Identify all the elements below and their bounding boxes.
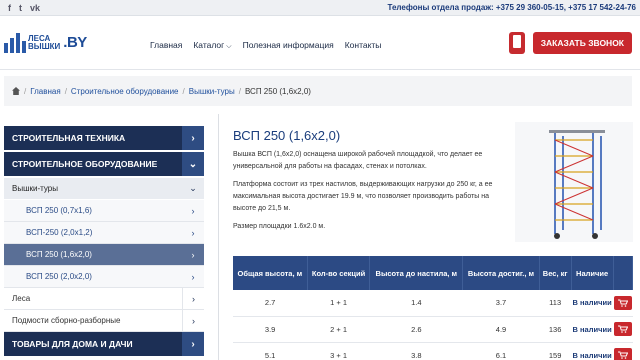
cart-icon <box>617 325 628 333</box>
twitter-icon[interactable]: t <box>19 3 22 13</box>
main-area: СТРОИТЕЛЬНАЯ ТЕХНИКА › СТРОИТЕЛЬНОЕ ОБОР… <box>0 114 640 360</box>
chevron-down-icon: ⌵ <box>226 43 232 50</box>
chevron-right-icon: › <box>191 271 195 282</box>
chevron-down-icon[interactable]: ⌄ <box>182 178 204 200</box>
product-specs: Платформа состоит из трех настилов, выде… <box>233 181 493 212</box>
sidebar-item-vsp-07x16[interactable]: ВСП 250 (0,7х1,6) › <box>4 200 204 222</box>
chevron-right-icon[interactable]: › <box>182 126 204 150</box>
breadcrumb-towers[interactable]: Вышки-туры <box>189 87 235 96</box>
site-header: ЛЕСА ВЫШКИ .BY Главная Каталог ⌵ Полезная… <box>0 16 640 70</box>
breadcrumb: / Главная / Строительное оборудование / … <box>4 76 632 106</box>
col-deck-height: Высота до настила, м <box>369 256 464 290</box>
sales-phones: Телефоны отдела продаж: +375 29 360-05-1… <box>387 3 636 12</box>
table-header-row: Общая высота, м Кол-во секций Высота до … <box>233 256 634 290</box>
col-total-height: Общая высота, м <box>233 256 308 290</box>
table-row: 3.9 2 + 1 2.6 4.9 136 В наличии <box>233 316 633 343</box>
sidebar-item-vsp-16x20[interactable]: ВСП 250 (1,6х2,0) › <box>4 244 204 266</box>
logo-icon <box>4 32 26 53</box>
cart-icon <box>617 351 628 359</box>
col-weight: Вес, кг <box>539 256 572 290</box>
sidebar-item-vsp-20x20[interactable]: ВСП 250 (2,0х2,0) › <box>4 266 204 288</box>
sidebar-subcategory-towers[interactable]: Вышки-туры ⌄ <box>4 178 204 200</box>
top-bar: f t vk Телефоны отдела продаж: +375 29 3… <box>0 0 640 16</box>
vk-icon[interactable]: vk <box>30 3 40 13</box>
breadcrumb-home[interactable]: Главная <box>30 87 60 96</box>
product-content: ВСП 250 (1,6х2,0) Вышка ВСП (1,6х2,0) ос… <box>233 122 640 360</box>
page-title: ВСП 250 (1,6х2,0) <box>233 128 341 143</box>
call-block: ЗАКАЗАТЬ ЗВОНОК <box>508 31 632 54</box>
sidebar-category-equipment[interactable]: СТРОИТЕЛЬНОЕ ОБОРУДОВАНИЕ ⌄ <box>4 152 204 176</box>
col-cart <box>613 256 634 290</box>
breadcrumb-current: ВСП 250 (1,6х2,0) <box>244 86 311 96</box>
facebook-icon[interactable]: f <box>8 3 11 13</box>
sidebar: СТРОИТЕЛЬНАЯ ТЕХНИКА › СТРОИТЕЛЬНОЕ ОБОР… <box>4 126 204 360</box>
nav-useful-info[interactable]: Полезная информация <box>243 40 334 51</box>
col-sections: Кол-во секций <box>307 256 371 290</box>
availability-status: В наличии <box>571 342 614 360</box>
product-table: Общая высота, м Кол-во секций Высота до … <box>233 256 634 360</box>
nav-home[interactable]: Главная <box>150 40 182 51</box>
divider <box>218 114 219 360</box>
breadcrumb-construction-equipment[interactable]: Строительное оборудование <box>71 87 179 96</box>
sidebar-item-vsp-20x12[interactable]: ВСП-250 (2,0х1,2) › <box>4 222 204 244</box>
add-to-cart-button[interactable] <box>613 322 632 336</box>
availability-status: В наличии <box>571 316 614 343</box>
logo-suffix: .BY <box>63 34 87 51</box>
home-icon[interactable] <box>12 87 20 95</box>
nav-catalog[interactable]: Каталог ⌵ <box>193 40 231 51</box>
sidebar-item-platforms[interactable]: Подмости сборно-разборные › <box>4 309 204 332</box>
chevron-right-icon[interactable]: › <box>182 332 204 356</box>
product-image[interactable] <box>515 122 633 242</box>
chevron-right-icon: › <box>191 249 195 260</box>
social-links: f t vk <box>8 3 40 13</box>
platform-size: Размер площадки 1.6х2.0 м. <box>233 223 326 230</box>
col-reach-height: Высота достиг., м <box>462 256 540 290</box>
product-description: Вышка ВСП (1,6х2,0) оснащена широкой раб… <box>233 151 483 170</box>
add-to-cart-button[interactable] <box>613 295 632 310</box>
sidebar-item-scaffolding[interactable]: Леса › <box>4 287 204 310</box>
add-to-cart-button[interactable] <box>613 348 632 360</box>
table-row: 5.1 3 + 1 3.8 6.1 159 В наличии <box>233 342 633 360</box>
col-availability: Наличие <box>571 256 614 290</box>
chevron-right-icon[interactable]: › <box>182 309 204 332</box>
availability-status: В наличии <box>571 290 614 317</box>
nav-contacts[interactable]: Контакты <box>345 40 382 51</box>
cart-icon <box>617 299 628 307</box>
request-call-button[interactable]: ЗАКАЗАТЬ ЗВОНОК <box>532 31 632 54</box>
site-logo[interactable]: ЛЕСА ВЫШКИ .BY <box>4 32 124 53</box>
table-row: 2.7 1 + 1 1.4 3.7 113 В наличии <box>233 290 633 317</box>
mobile-phone-icon <box>508 31 525 54</box>
chevron-right-icon: › <box>191 227 195 238</box>
sidebar-category-home-garden[interactable]: ТОВАРЫ ДЛЯ ДОМА И ДАЧИ › <box>4 332 204 356</box>
main-nav: Главная Каталог ⌵ Полезная информация Кон… <box>150 40 381 51</box>
chevron-right-icon[interactable]: › <box>182 287 204 310</box>
chevron-right-icon: › <box>191 205 195 216</box>
sidebar-category-machinery[interactable]: СТРОИТЕЛЬНАЯ ТЕХНИКА › <box>4 126 204 150</box>
logo-text: ЛЕСА ВЫШКИ <box>28 33 61 51</box>
chevron-down-icon[interactable]: ⌄ <box>182 152 204 176</box>
